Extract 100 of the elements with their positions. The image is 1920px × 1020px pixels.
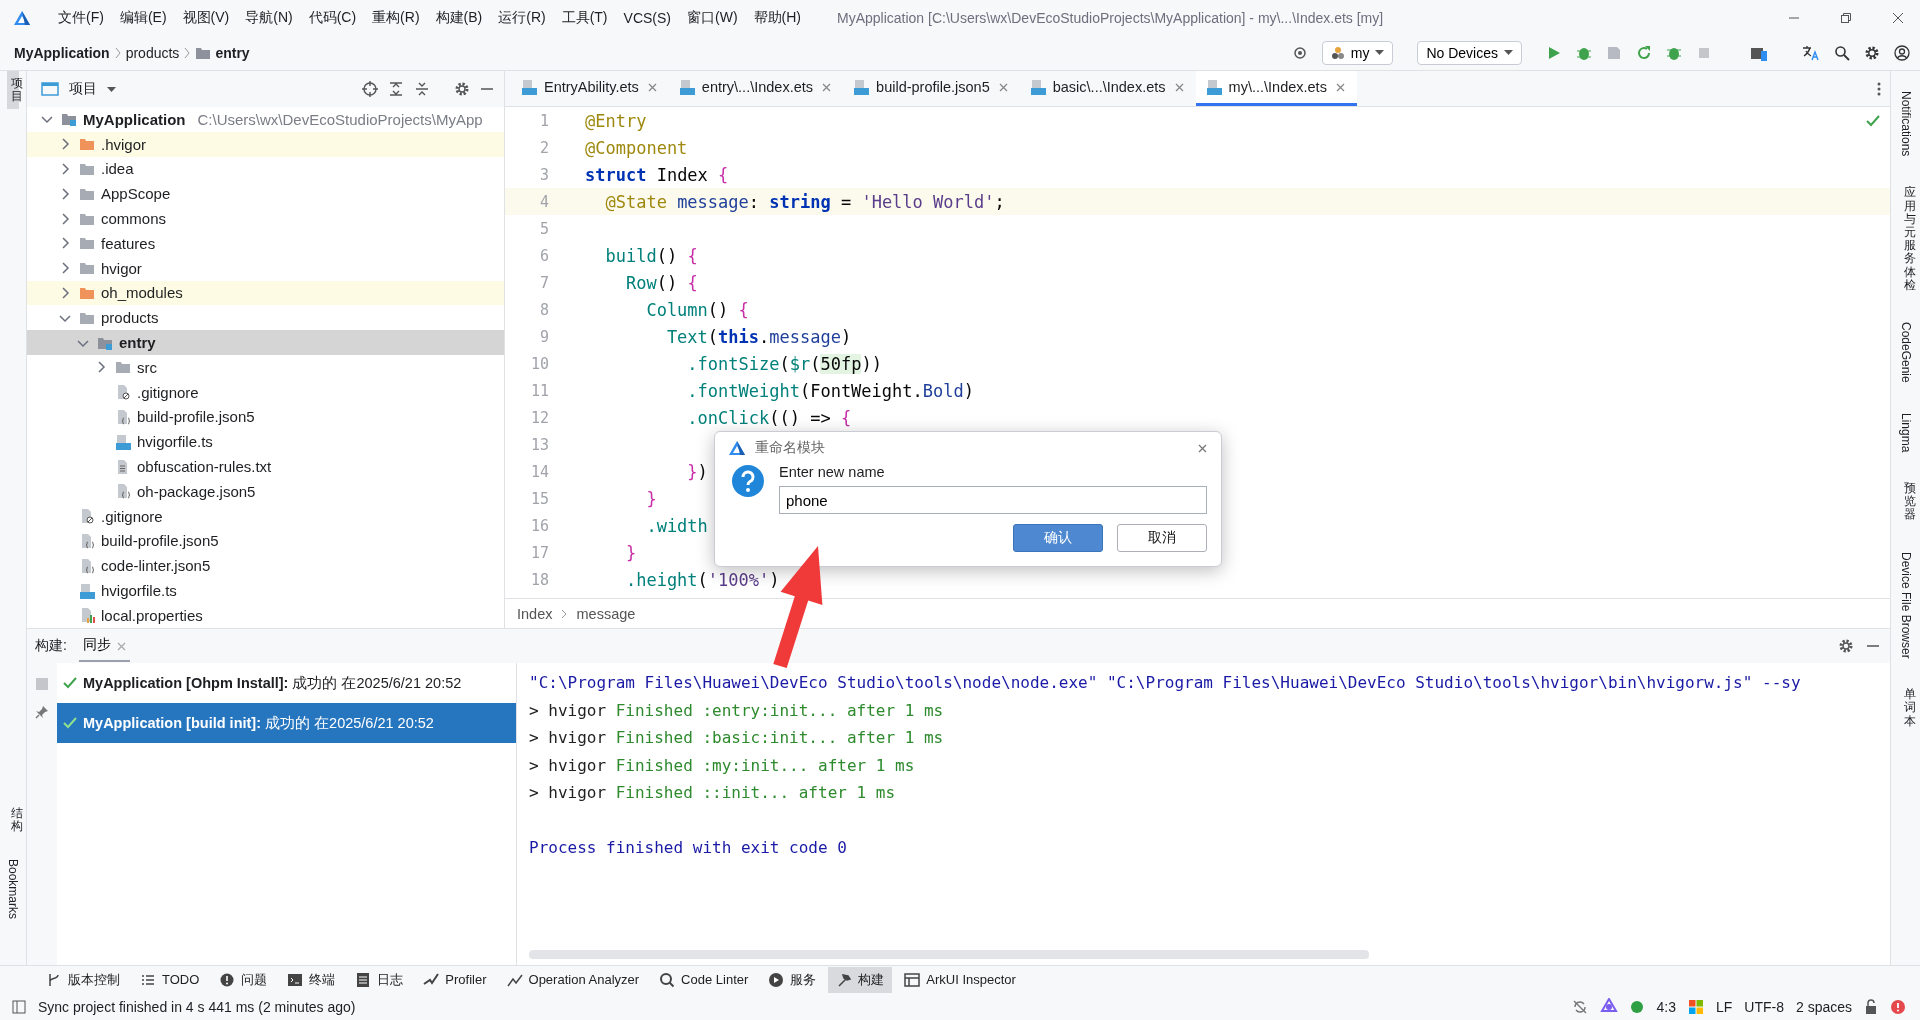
target-icon[interactable] bbox=[1291, 44, 1308, 61]
scrollbar[interactable] bbox=[529, 950, 1369, 959]
tree-item[interactable]: .gitignore bbox=[101, 507, 163, 525]
tree-item[interactable]: oh_modules bbox=[101, 284, 183, 302]
tool-window-button[interactable]: Operation Analyzer bbox=[498, 966, 648, 993]
search-icon[interactable] bbox=[1834, 44, 1850, 61]
tool-window-button[interactable]: 版本控制 bbox=[38, 966, 128, 993]
tree-item[interactable]: oh-package.json5 bbox=[137, 482, 256, 500]
menu-item[interactable]: 运行(R) bbox=[490, 8, 554, 27]
tree-item[interactable]: build-profile.json5 bbox=[137, 408, 255, 426]
collapse-all-icon[interactable] bbox=[414, 81, 430, 97]
folder-icon bbox=[79, 260, 95, 277]
line-number: 17 bbox=[529, 543, 549, 562]
panel-toggle-icon[interactable] bbox=[12, 999, 26, 1014]
tree-item[interactable]: local.properties bbox=[101, 606, 203, 624]
file-encoding[interactable]: UTF-8 bbox=[1744, 998, 1784, 1015]
menu-item[interactable]: 帮助(H) bbox=[745, 8, 809, 27]
indent-setting[interactable]: 2 spaces bbox=[1795, 998, 1852, 1015]
tool-window-tab[interactable]: CodeGenie bbox=[1894, 315, 1917, 389]
breadcrumb[interactable]: products bbox=[125, 44, 180, 61]
error-icon[interactable] bbox=[1890, 998, 1906, 1015]
menu-item[interactable]: 构建(B) bbox=[427, 8, 491, 27]
panel-tab[interactable]: 同步 bbox=[78, 630, 130, 662]
expand-all-icon[interactable] bbox=[388, 81, 404, 97]
project-path: C:\Users\wx\DevEcoStudioProjects\MyApp bbox=[197, 110, 483, 128]
tree-item[interactable]: commons bbox=[101, 210, 167, 228]
tree-item[interactable]: .hvigor bbox=[101, 135, 147, 153]
close-icon[interactable] bbox=[1892, 11, 1904, 24]
tree-item[interactable]: hvigorfile.ts bbox=[137, 433, 213, 451]
menu-item[interactable]: 编辑(E) bbox=[111, 8, 175, 27]
tree-item[interactable]: products bbox=[101, 309, 159, 327]
editor-tab[interactable]: EntryAbility.ets bbox=[511, 71, 669, 106]
more-icon[interactable] bbox=[1876, 80, 1882, 97]
tree-item[interactable]: build-profile.json5 bbox=[101, 532, 219, 550]
name-input[interactable]: phone bbox=[779, 486, 1207, 514]
line-number: 16 bbox=[529, 516, 549, 535]
menu-item[interactable]: 工具(T) bbox=[553, 8, 616, 27]
tool-window-button[interactable]: TODO bbox=[132, 966, 208, 993]
locate-icon[interactable] bbox=[362, 81, 378, 97]
tree-item[interactable]: code-linter.json5 bbox=[101, 557, 211, 575]
tree-item[interactable]: .idea bbox=[101, 160, 134, 178]
restore-icon[interactable] bbox=[1840, 11, 1852, 24]
breadcrumb[interactable]: MyApplication bbox=[14, 44, 110, 61]
menu-item[interactable]: VCS(S) bbox=[615, 9, 679, 26]
tool-window-button[interactable]: Profiler bbox=[415, 966, 495, 993]
editor-tab[interactable]: entry\...\Index.ets bbox=[668, 71, 844, 106]
tool-window-button[interactable]: 问题 bbox=[211, 966, 276, 993]
tree-item[interactable]: src bbox=[137, 358, 157, 376]
tool-window-button[interactable]: 服务 bbox=[760, 966, 825, 993]
tool-window-button[interactable]: 日志 bbox=[347, 966, 412, 993]
breadcrumb[interactable]: Index bbox=[517, 605, 553, 622]
tree-item[interactable]: obfuscation-rules.txt bbox=[137, 458, 272, 476]
dialog-button[interactable]: 确认 bbox=[1013, 524, 1103, 552]
tool-window-tab[interactable]: Device File Browser bbox=[1894, 545, 1917, 665]
reload-icon[interactable] bbox=[1636, 44, 1652, 61]
menu-item[interactable]: 窗口(W) bbox=[679, 8, 746, 27]
editor-tab[interactable]: my\...\Index.ets bbox=[1195, 71, 1357, 106]
profiler-icon bbox=[423, 971, 440, 988]
tree-item[interactable]: hvigor bbox=[101, 259, 142, 277]
menu-item[interactable]: 视图(V) bbox=[174, 8, 238, 27]
menu-item[interactable]: 代码(C) bbox=[300, 8, 365, 27]
caret-position[interactable]: 4:3 bbox=[1656, 998, 1676, 1015]
tool-window-button[interactable]: Code Linter bbox=[651, 966, 757, 993]
tool-window-tab[interactable]: Lingma bbox=[1894, 406, 1917, 458]
editor-tab[interactable]: basic\...\Index.ets bbox=[1019, 71, 1196, 106]
dialog-button[interactable]: 取消 bbox=[1117, 524, 1207, 552]
build-entry[interactable]: MyApplication [Ohpm Install]: 成功的 在2025/6/21 20:52 bbox=[83, 673, 462, 693]
tree-item[interactable]: hvigorfile.ts bbox=[101, 582, 177, 600]
run-icon[interactable] bbox=[1546, 44, 1562, 61]
tree-item[interactable]: .gitignore bbox=[137, 383, 199, 401]
device-dropdown[interactable]: No Devices bbox=[1417, 40, 1522, 65]
panel-title[interactable]: 项目 bbox=[69, 80, 97, 98]
account-icon[interactable] bbox=[1894, 44, 1910, 61]
lock-icon[interactable] bbox=[1864, 998, 1878, 1015]
tree-item[interactable]: features bbox=[101, 234, 156, 252]
tool-window-button[interactable]: 构建 bbox=[828, 966, 893, 993]
tool-window-tab[interactable]: Notifications bbox=[1894, 85, 1917, 163]
breadcrumb[interactable]: message bbox=[576, 605, 636, 622]
translate-icon[interactable] bbox=[1802, 44, 1820, 61]
ignore-file-icon bbox=[79, 508, 95, 525]
breadcrumb[interactable]: entry bbox=[215, 44, 250, 61]
menu-item[interactable]: 文件(F) bbox=[50, 8, 112, 27]
sync-off-icon[interactable] bbox=[1572, 998, 1589, 1015]
tree-item[interactable]: AppScope bbox=[101, 185, 171, 203]
menu-item[interactable]: 重构(R) bbox=[364, 8, 428, 27]
caret-icon[interactable] bbox=[107, 86, 116, 92]
editor-tab[interactable]: build-profile.json5 bbox=[843, 71, 1020, 106]
settings-icon[interactable] bbox=[1838, 638, 1854, 654]
tool-window-tab[interactable]: Bookmarks bbox=[2, 852, 24, 925]
tool-window-button[interactable]: ArkUI Inspector bbox=[896, 966, 1024, 993]
menu-item[interactable]: 导航(N) bbox=[237, 8, 301, 27]
tool-window-button[interactable]: 终端 bbox=[279, 966, 344, 993]
tree-item[interactable]: entry bbox=[119, 334, 156, 352]
project-folder-icon bbox=[61, 111, 77, 128]
pin-icon[interactable] bbox=[35, 705, 49, 719]
run-config-dropdown[interactable]: my bbox=[1321, 40, 1394, 65]
line-separator[interactable]: LF bbox=[1715, 998, 1733, 1015]
settings-icon[interactable] bbox=[1864, 44, 1880, 61]
tree-item[interactable]: MyApplication bbox=[83, 110, 186, 128]
settings-icon[interactable] bbox=[454, 81, 470, 97]
